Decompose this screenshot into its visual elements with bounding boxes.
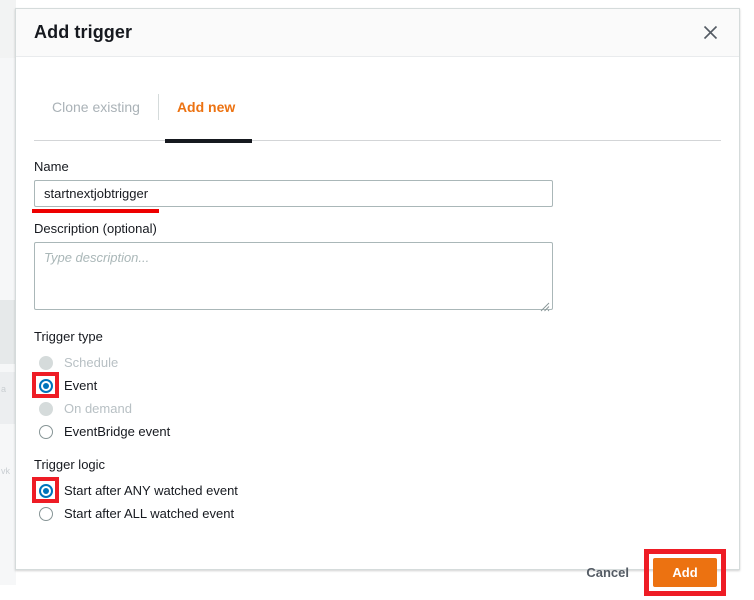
- dialog-header: Add trigger: [16, 9, 739, 57]
- backdrop-text-fragment: a: [1, 384, 7, 394]
- description-field-group: Description (optional): [34, 221, 721, 315]
- name-annotation-underline: [32, 209, 159, 213]
- description-label: Description (optional): [34, 221, 157, 236]
- name-field-group: Name: [32, 159, 721, 213]
- radio-option-schedule: Schedule: [34, 351, 721, 374]
- dialog-title: Add trigger: [34, 22, 133, 42]
- radio-event-icon[interactable]: [39, 378, 53, 393]
- radio-eventbridge-label[interactable]: EventBridge event: [64, 424, 170, 439]
- name-input[interactable]: [34, 180, 553, 207]
- radio-option-event[interactable]: Event: [32, 372, 721, 398]
- add-button-wrapper: Add: [644, 548, 726, 596]
- radio-schedule-icon: [39, 355, 53, 370]
- name-input-wrapper: [32, 180, 553, 213]
- backdrop-text-fragment: vk: [1, 466, 10, 476]
- name-label: Name: [34, 159, 69, 174]
- page-backdrop: a vk: [0, 0, 16, 585]
- backdrop-band: [0, 0, 16, 58]
- add-button[interactable]: Add: [653, 557, 717, 587]
- radio-on-demand-label: On demand: [64, 401, 132, 416]
- dialog-body: Clone existing Add new Name Description …: [16, 87, 739, 600]
- add-trigger-dialog: Add trigger Clone existing Add new Name: [15, 8, 740, 596]
- description-textarea[interactable]: [34, 242, 553, 310]
- backdrop-band: [0, 372, 16, 424]
- radio-schedule-label: Schedule: [64, 355, 119, 370]
- close-icon[interactable]: [697, 20, 723, 46]
- radio-option-eventbridge[interactable]: EventBridge event: [34, 420, 721, 443]
- radio-any-watched-event-label[interactable]: Start after ANY watched event: [64, 483, 238, 498]
- cancel-button[interactable]: Cancel: [586, 565, 629, 580]
- trigger-logic-label: Trigger logic: [34, 457, 106, 472]
- description-input-wrapper: [34, 242, 553, 315]
- radio-option-on-demand: On demand: [34, 397, 721, 420]
- trigger-type-label: Trigger type: [34, 329, 103, 344]
- radio-option-all-watched-event[interactable]: Start after ALL watched event: [34, 502, 721, 525]
- dialog-footer: Cancel Add: [16, 544, 739, 600]
- tab-baseline: [34, 140, 721, 141]
- tab-add-new[interactable]: Add new: [159, 87, 253, 127]
- radio-on-demand-icon: [39, 401, 53, 416]
- tab-clone-existing[interactable]: Clone existing: [34, 87, 158, 127]
- backdrop-band: [0, 300, 16, 364]
- tab-bar: Clone existing Add new: [34, 87, 721, 145]
- tab-active-indicator: [165, 139, 252, 143]
- radio-option-any-watched-event[interactable]: Start after ANY watched event: [32, 477, 721, 503]
- radio-all-watched-event-icon[interactable]: [39, 506, 53, 521]
- radio-any-watched-event-icon[interactable]: [39, 483, 53, 498]
- radio-all-watched-event-label[interactable]: Start after ALL watched event: [64, 506, 234, 521]
- radio-eventbridge-icon[interactable]: [39, 424, 53, 439]
- radio-event-label[interactable]: Event: [64, 378, 97, 393]
